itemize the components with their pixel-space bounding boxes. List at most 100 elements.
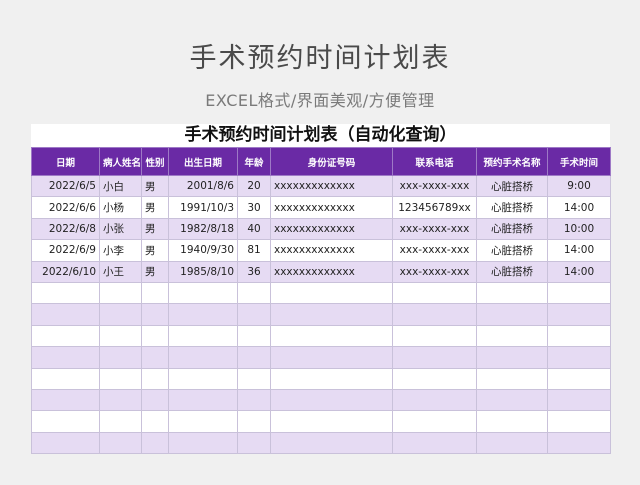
cell-gender[interactable] xyxy=(141,388,169,412)
cell-phone[interactable] xyxy=(392,388,477,412)
cell-gender[interactable] xyxy=(141,367,169,390)
cell-phone[interactable]: xxx-xxxx-xxx xyxy=(392,217,477,241)
cell-surgery-time[interactable]: 9:00 xyxy=(547,174,611,198)
cell-surgery-name[interactable] xyxy=(476,410,548,433)
cell-birth-date[interactable]: 1982/8/18 xyxy=(168,217,238,241)
cell-surgery-name[interactable] xyxy=(476,431,548,455)
cell-age[interactable]: 20 xyxy=(237,174,271,198)
cell-birth-date[interactable] xyxy=(168,367,238,390)
cell-id-number[interactable]: xxxxxxxxxxxxx xyxy=(270,217,393,241)
cell-gender[interactable] xyxy=(141,431,169,455)
cell-id-number[interactable]: xxxxxxxxxxxxx xyxy=(270,174,393,198)
cell-patient-name[interactable] xyxy=(99,410,142,433)
column-header-birth-date[interactable]: 出生日期 xyxy=(168,147,238,176)
cell-patient-name[interactable]: 小张 xyxy=(99,217,142,241)
cell-surgery-time[interactable] xyxy=(547,388,611,412)
column-header-surgery-time[interactable]: 手术时间 xyxy=(547,147,611,176)
cell-date[interactable]: 2022/6/9 xyxy=(31,239,100,262)
cell-gender[interactable] xyxy=(141,410,169,433)
cell-surgery-name[interactable] xyxy=(476,346,548,369)
cell-phone[interactable] xyxy=(392,324,477,348)
cell-id-number[interactable] xyxy=(270,431,393,455)
cell-id-number[interactable] xyxy=(270,346,393,369)
cell-phone[interactable]: xxx-xxxx-xxx xyxy=(392,174,477,198)
cell-surgery-time[interactable] xyxy=(547,303,611,326)
cell-birth-date[interactable] xyxy=(168,431,238,455)
cell-patient-name[interactable]: 小王 xyxy=(99,260,142,283)
cell-age[interactable] xyxy=(237,388,271,412)
cell-age[interactable] xyxy=(237,346,271,369)
cell-age[interactable] xyxy=(237,431,271,455)
cell-birth-date[interactable] xyxy=(168,303,238,326)
cell-surgery-time[interactable]: 14:00 xyxy=(547,196,611,219)
cell-age[interactable] xyxy=(237,281,271,305)
cell-gender[interactable] xyxy=(141,303,169,326)
cell-patient-name[interactable] xyxy=(99,346,142,369)
cell-patient-name[interactable] xyxy=(99,388,142,412)
cell-birth-date[interactable] xyxy=(168,410,238,433)
column-header-surgery-name[interactable]: 预约手术名称 xyxy=(476,147,548,176)
cell-patient-name[interactable]: 小白 xyxy=(99,174,142,198)
cell-gender[interactable] xyxy=(141,324,169,348)
cell-age[interactable]: 40 xyxy=(237,217,271,241)
column-header-patient-name[interactable]: 病人姓名 xyxy=(99,147,142,176)
cell-phone[interactable] xyxy=(392,431,477,455)
cell-patient-name[interactable] xyxy=(99,303,142,326)
cell-phone[interactable]: xxx-xxxx-xxx xyxy=(392,239,477,262)
cell-date[interactable] xyxy=(31,431,100,455)
cell-id-number[interactable] xyxy=(270,281,393,305)
column-header-date[interactable]: 日期 xyxy=(31,147,100,176)
column-header-gender[interactable]: 性别 xyxy=(141,147,169,176)
cell-date[interactable] xyxy=(31,388,100,412)
column-header-phone[interactable]: 联系电话 xyxy=(392,147,477,176)
cell-gender[interactable]: 男 xyxy=(141,260,169,283)
cell-birth-date[interactable] xyxy=(168,346,238,369)
cell-surgery-name[interactable]: 心脏搭桥 xyxy=(476,260,548,283)
cell-date[interactable] xyxy=(31,410,100,433)
cell-surgery-time[interactable]: 10:00 xyxy=(547,217,611,241)
cell-age[interactable] xyxy=(237,367,271,390)
cell-id-number[interactable] xyxy=(270,388,393,412)
cell-patient-name[interactable] xyxy=(99,281,142,305)
cell-birth-date[interactable] xyxy=(168,281,238,305)
cell-surgery-time[interactable] xyxy=(547,281,611,305)
cell-phone[interactable] xyxy=(392,303,477,326)
cell-date[interactable] xyxy=(31,324,100,348)
cell-surgery-name[interactable]: 心脏搭桥 xyxy=(476,217,548,241)
cell-age[interactable]: 30 xyxy=(237,196,271,219)
cell-surgery-name[interactable] xyxy=(476,388,548,412)
cell-birth-date[interactable]: 2001/8/6 xyxy=(168,174,238,198)
cell-gender[interactable]: 男 xyxy=(141,239,169,262)
cell-id-number[interactable]: xxxxxxxxxxxxx xyxy=(270,196,393,219)
cell-surgery-time[interactable]: 14:00 xyxy=(547,239,611,262)
cell-gender[interactable]: 男 xyxy=(141,196,169,219)
cell-id-number[interactable]: xxxxxxxxxxxxx xyxy=(270,260,393,283)
cell-patient-name[interactable] xyxy=(99,367,142,390)
cell-date[interactable] xyxy=(31,367,100,390)
cell-id-number[interactable]: xxxxxxxxxxxxx xyxy=(270,239,393,262)
cell-date[interactable] xyxy=(31,303,100,326)
cell-age[interactable]: 36 xyxy=(237,260,271,283)
cell-phone[interactable] xyxy=(392,410,477,433)
cell-birth-date[interactable] xyxy=(168,324,238,348)
cell-surgery-name[interactable] xyxy=(476,281,548,305)
cell-phone[interactable] xyxy=(392,346,477,369)
column-header-age[interactable]: 年龄 xyxy=(237,147,271,176)
cell-id-number[interactable] xyxy=(270,324,393,348)
cell-surgery-name[interactable] xyxy=(476,324,548,348)
cell-surgery-time[interactable] xyxy=(547,431,611,455)
cell-phone[interactable] xyxy=(392,367,477,390)
cell-surgery-time[interactable]: 14:00 xyxy=(547,260,611,283)
cell-date[interactable]: 2022/6/8 xyxy=(31,217,100,241)
cell-id-number[interactable] xyxy=(270,303,393,326)
cell-surgery-time[interactable] xyxy=(547,324,611,348)
cell-birth-date[interactable]: 1991/10/3 xyxy=(168,196,238,219)
cell-surgery-time[interactable] xyxy=(547,410,611,433)
cell-surgery-name[interactable]: 心脏搭桥 xyxy=(476,239,548,262)
cell-phone[interactable]: 123456789xx xyxy=(392,196,477,219)
cell-surgery-name[interactable]: 心脏搭桥 xyxy=(476,196,548,219)
cell-patient-name[interactable] xyxy=(99,431,142,455)
cell-date[interactable]: 2022/6/5 xyxy=(31,174,100,198)
cell-date[interactable]: 2022/6/10 xyxy=(31,260,100,283)
cell-birth-date[interactable] xyxy=(168,388,238,412)
